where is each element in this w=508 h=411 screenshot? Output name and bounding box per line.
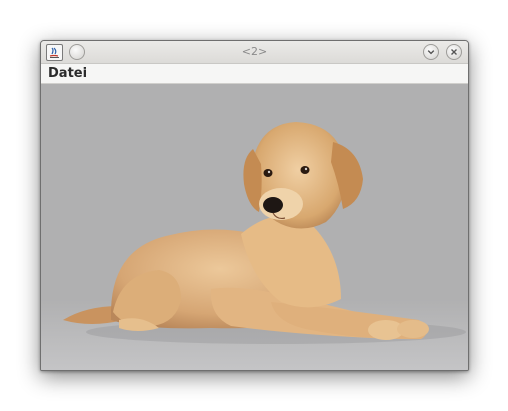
close-icon[interactable] [446, 44, 462, 60]
image-canvas [41, 84, 468, 370]
window-title: <2> [241, 45, 268, 58]
title-bar[interactable]: <2> [41, 41, 468, 64]
app-window: <2> Datei [40, 40, 469, 371]
menu-datei[interactable]: Datei [48, 66, 87, 81]
chevron-down-icon[interactable] [423, 44, 439, 60]
menu-bar: Datei [41, 64, 468, 84]
puppy-image [41, 122, 468, 370]
